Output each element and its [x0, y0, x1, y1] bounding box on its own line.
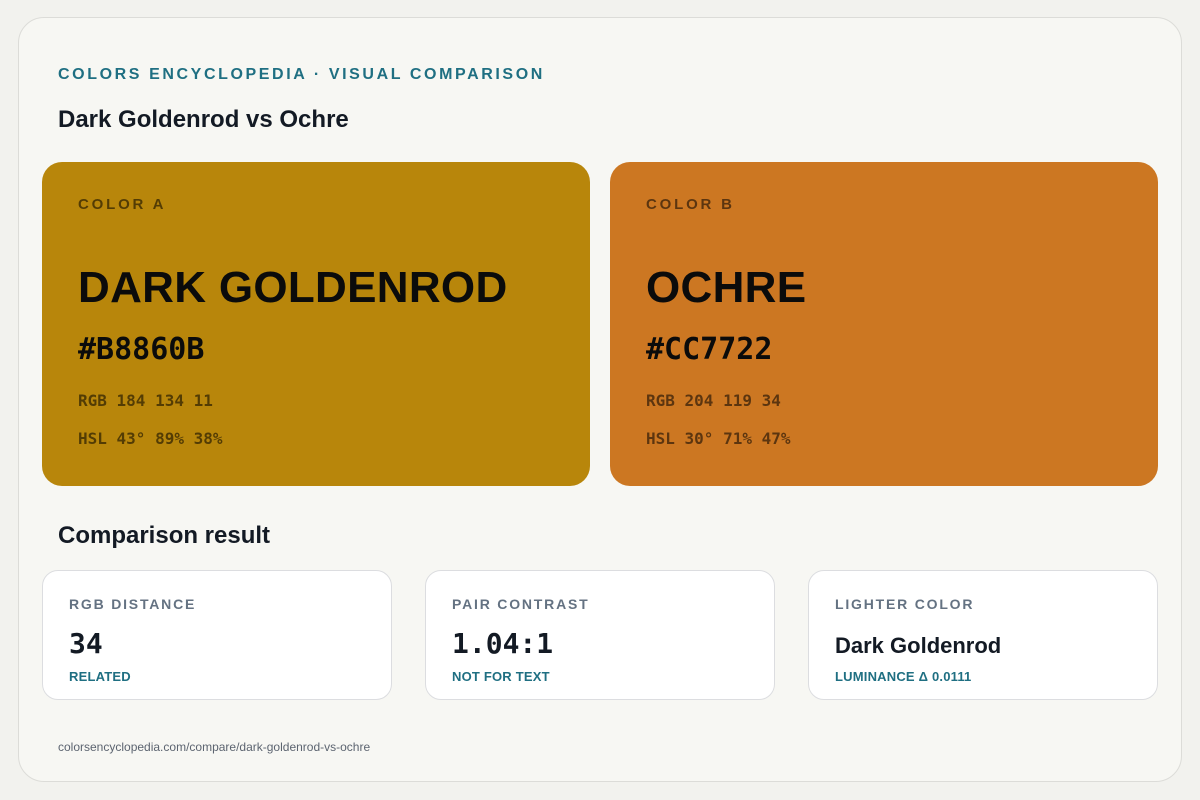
color-b-rgb: RGB 204 119 34: [646, 391, 781, 410]
stat-note: NOT FOR TEXT: [452, 669, 550, 684]
stat-value: 34: [69, 627, 103, 660]
lighter-color-card: LIGHTER COLOR Dark Goldenrod LUMINANCE Δ…: [808, 570, 1158, 700]
stat-label: RGB DISTANCE: [69, 596, 197, 612]
stat-label: PAIR CONTRAST: [452, 596, 590, 612]
comparison-title: Comparison result: [58, 522, 271, 549]
stat-note: LUMINANCE Δ 0.0111: [835, 669, 972, 684]
color-a-swatch: COLOR A DARK GOLDENROD #B8860B RGB 184 1…: [42, 162, 590, 486]
color-a-rgb: RGB 184 134 11: [78, 391, 213, 410]
color-a-hex: #B8860B: [78, 332, 205, 367]
color-b-name: OCHRE: [646, 263, 807, 312]
rgb-distance-card: RGB DISTANCE 34 RELATED: [42, 570, 392, 700]
section-eyebrow: COLORS ENCYCLOPEDIA · VISUAL COMPARISON: [58, 66, 545, 83]
color-a-kicker: COLOR A: [78, 196, 167, 213]
color-b-hsl: HSL 30° 71% 47%: [646, 429, 791, 448]
stat-value: Dark Goldenrod: [835, 633, 1002, 658]
color-b-swatch: COLOR B OCHRE #CC7722 RGB 204 119 34 HSL…: [610, 162, 1158, 486]
color-a-name: DARK GOLDENROD: [78, 263, 508, 312]
stat-label: LIGHTER COLOR: [835, 596, 975, 612]
color-b-kicker: COLOR B: [646, 196, 735, 213]
stat-value: 1.04:1: [452, 627, 554, 660]
source-url-link[interactable]: colorsencyclopedia.com/compare/dark-gold…: [58, 740, 370, 754]
stat-note: RELATED: [69, 669, 131, 684]
color-a-hsl: HSL 43° 89% 38%: [78, 429, 223, 448]
pair-contrast-card: PAIR CONTRAST 1.04:1 NOT FOR TEXT: [425, 570, 775, 700]
color-b-hex: #CC7722: [646, 332, 773, 367]
page-title: Dark Goldenrod vs Ochre: [58, 106, 349, 133]
